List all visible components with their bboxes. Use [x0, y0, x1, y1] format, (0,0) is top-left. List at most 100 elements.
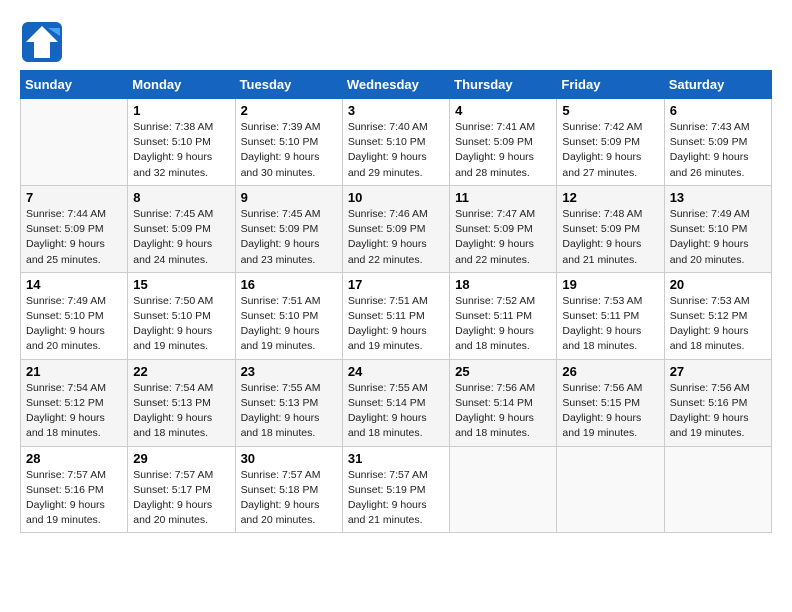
day-number: 21: [26, 364, 122, 379]
calendar-cell: 24 Sunrise: 7:55 AM Sunset: 5:14 PM Dayli…: [342, 359, 449, 446]
calendar-cell: 15 Sunrise: 7:50 AM Sunset: 5:10 PM Dayli…: [128, 272, 235, 359]
day-info: Sunrise: 7:44 AM Sunset: 5:09 PM Dayligh…: [26, 207, 122, 268]
day-info: Sunrise: 7:45 AM Sunset: 5:09 PM Dayligh…: [133, 207, 229, 268]
day-info: Sunrise: 7:42 AM Sunset: 5:09 PM Dayligh…: [562, 120, 658, 181]
day-info: Sunrise: 7:39 AM Sunset: 5:10 PM Dayligh…: [241, 120, 337, 181]
day-info: Sunrise: 7:52 AM Sunset: 5:11 PM Dayligh…: [455, 294, 551, 355]
weekday-header: Wednesday: [342, 71, 449, 99]
calendar-cell: [21, 99, 128, 186]
calendar-cell: 1Sunrise: 7:38 AM Sunset: 5:10 PM Daylig…: [128, 99, 235, 186]
day-number: 11: [455, 190, 551, 205]
calendar-cell: 12 Sunrise: 7:48 AM Sunset: 5:09 PM Dayli…: [557, 185, 664, 272]
day-number: 30: [241, 451, 337, 466]
day-number: 28: [26, 451, 122, 466]
day-info: Sunrise: 7:56 AM Sunset: 5:16 PM Dayligh…: [670, 381, 766, 442]
calendar-week: 14 Sunrise: 7:49 AM Sunset: 5:10 PM Dayli…: [21, 272, 772, 359]
calendar-cell: 19 Sunrise: 7:53 AM Sunset: 5:11 PM Dayli…: [557, 272, 664, 359]
calendar-cell: 2 Sunrise: 7:39 AM Sunset: 5:10 PM Daylig…: [235, 99, 342, 186]
day-info: Sunrise: 7:51 AM Sunset: 5:10 PM Dayligh…: [241, 294, 337, 355]
calendar-cell: 23Sunrise: 7:55 AM Sunset: 5:13 PM Dayli…: [235, 359, 342, 446]
day-info: Sunrise: 7:46 AM Sunset: 5:09 PM Dayligh…: [348, 207, 444, 268]
day-info: Sunrise: 7:56 AM Sunset: 5:15 PM Dayligh…: [562, 381, 658, 442]
day-info: Sunrise: 7:45 AM Sunset: 5:09 PM Dayligh…: [241, 207, 337, 268]
day-number: 5: [562, 103, 658, 118]
calendar-cell: 28 Sunrise: 7:57 AM Sunset: 5:16 PM Dayli…: [21, 446, 128, 533]
calendar: SundayMondayTuesdayWednesdayThursdayFrid…: [20, 70, 772, 533]
day-number: 27: [670, 364, 766, 379]
weekday-header: Friday: [557, 71, 664, 99]
day-number: 16: [241, 277, 337, 292]
calendar-cell: 25 Sunrise: 7:56 AM Sunset: 5:14 PM Dayli…: [450, 359, 557, 446]
day-number: 25: [455, 364, 551, 379]
calendar-cell: 31 Sunrise: 7:57 AM Sunset: 5:19 PM Dayli…: [342, 446, 449, 533]
day-number: 23: [241, 364, 337, 379]
day-number: 4: [455, 103, 551, 118]
day-number: 9: [241, 190, 337, 205]
day-info: Sunrise: 7:50 AM Sunset: 5:10 PM Dayligh…: [133, 294, 229, 355]
weekday-header: Monday: [128, 71, 235, 99]
calendar-cell: 5 Sunrise: 7:42 AM Sunset: 5:09 PM Daylig…: [557, 99, 664, 186]
day-info: Sunrise: 7:47 AM Sunset: 5:09 PM Dayligh…: [455, 207, 551, 268]
day-info: Sunrise: 7:57 AM Sunset: 5:16 PM Dayligh…: [26, 468, 122, 529]
logo-icon: [20, 20, 60, 60]
weekday-header: Saturday: [664, 71, 771, 99]
weekday-header: Thursday: [450, 71, 557, 99]
day-info: Sunrise: 7:55 AM Sunset: 5:14 PM Dayligh…: [348, 381, 444, 442]
calendar-cell: 22 Sunrise: 7:54 AM Sunset: 5:13 PM Dayli…: [128, 359, 235, 446]
day-number: 2: [241, 103, 337, 118]
calendar-cell: 27 Sunrise: 7:56 AM Sunset: 5:16 PM Dayli…: [664, 359, 771, 446]
day-number: 29: [133, 451, 229, 466]
day-number: 22: [133, 364, 229, 379]
calendar-cell: [557, 446, 664, 533]
day-number: 13: [670, 190, 766, 205]
day-number: 19: [562, 277, 658, 292]
calendar-cell: 14 Sunrise: 7:49 AM Sunset: 5:10 PM Dayli…: [21, 272, 128, 359]
calendar-week: 7 Sunrise: 7:44 AM Sunset: 5:09 PM Daylig…: [21, 185, 772, 272]
day-info: Sunrise: 7:41 AM Sunset: 5:09 PM Dayligh…: [455, 120, 551, 181]
day-info: Sunrise: 7:57 AM Sunset: 5:17 PM Dayligh…: [133, 468, 229, 529]
day-info: Sunrise: 7:57 AM Sunset: 5:19 PM Dayligh…: [348, 468, 444, 529]
calendar-cell: 13Sunrise: 7:49 AM Sunset: 5:10 PM Dayli…: [664, 185, 771, 272]
page-header: [20, 20, 772, 60]
day-number: 6: [670, 103, 766, 118]
day-number: 7: [26, 190, 122, 205]
calendar-cell: 7 Sunrise: 7:44 AM Sunset: 5:09 PM Daylig…: [21, 185, 128, 272]
calendar-cell: 30 Sunrise: 7:57 AM Sunset: 5:18 PM Dayli…: [235, 446, 342, 533]
weekday-header: Tuesday: [235, 71, 342, 99]
calendar-cell: 20Sunrise: 7:53 AM Sunset: 5:12 PM Dayli…: [664, 272, 771, 359]
day-number: 31: [348, 451, 444, 466]
calendar-cell: [664, 446, 771, 533]
calendar-cell: 8 Sunrise: 7:45 AM Sunset: 5:09 PM Daylig…: [128, 185, 235, 272]
calendar-week: 1Sunrise: 7:38 AM Sunset: 5:10 PM Daylig…: [21, 99, 772, 186]
calendar-cell: 6 Sunrise: 7:43 AM Sunset: 5:09 PM Daylig…: [664, 99, 771, 186]
day-number: 12: [562, 190, 658, 205]
day-number: 15: [133, 277, 229, 292]
calendar-cell: 18 Sunrise: 7:52 AM Sunset: 5:11 PM Dayli…: [450, 272, 557, 359]
day-number: 17: [348, 277, 444, 292]
calendar-cell: 10 Sunrise: 7:46 AM Sunset: 5:09 PM Dayli…: [342, 185, 449, 272]
day-info: Sunrise: 7:54 AM Sunset: 5:13 PM Dayligh…: [133, 381, 229, 442]
day-info: Sunrise: 7:49 AM Sunset: 5:10 PM Dayligh…: [26, 294, 122, 355]
day-number: 26: [562, 364, 658, 379]
day-number: 10: [348, 190, 444, 205]
day-number: 14: [26, 277, 122, 292]
day-number: 18: [455, 277, 551, 292]
calendar-cell: 17Sunrise: 7:51 AM Sunset: 5:11 PM Dayli…: [342, 272, 449, 359]
day-info: Sunrise: 7:43 AM Sunset: 5:09 PM Dayligh…: [670, 120, 766, 181]
calendar-cell: 11 Sunrise: 7:47 AM Sunset: 5:09 PM Dayli…: [450, 185, 557, 272]
calendar-cell: [450, 446, 557, 533]
day-info: Sunrise: 7:54 AM Sunset: 5:12 PM Dayligh…: [26, 381, 122, 442]
day-info: Sunrise: 7:38 AM Sunset: 5:10 PM Dayligh…: [133, 120, 229, 181]
calendar-cell: 3 Sunrise: 7:40 AM Sunset: 5:10 PM Daylig…: [342, 99, 449, 186]
day-number: 8: [133, 190, 229, 205]
day-number: 24: [348, 364, 444, 379]
day-info: Sunrise: 7:56 AM Sunset: 5:14 PM Dayligh…: [455, 381, 551, 442]
day-number: 3: [348, 103, 444, 118]
calendar-cell: 29 Sunrise: 7:57 AM Sunset: 5:17 PM Dayli…: [128, 446, 235, 533]
day-info: Sunrise: 7:40 AM Sunset: 5:10 PM Dayligh…: [348, 120, 444, 181]
day-info: Sunrise: 7:53 AM Sunset: 5:11 PM Dayligh…: [562, 294, 658, 355]
day-info: Sunrise: 7:57 AM Sunset: 5:18 PM Dayligh…: [241, 468, 337, 529]
calendar-cell: 21 Sunrise: 7:54 AM Sunset: 5:12 PM Dayli…: [21, 359, 128, 446]
day-info: Sunrise: 7:48 AM Sunset: 5:09 PM Dayligh…: [562, 207, 658, 268]
calendar-week: 28 Sunrise: 7:57 AM Sunset: 5:16 PM Dayli…: [21, 446, 772, 533]
